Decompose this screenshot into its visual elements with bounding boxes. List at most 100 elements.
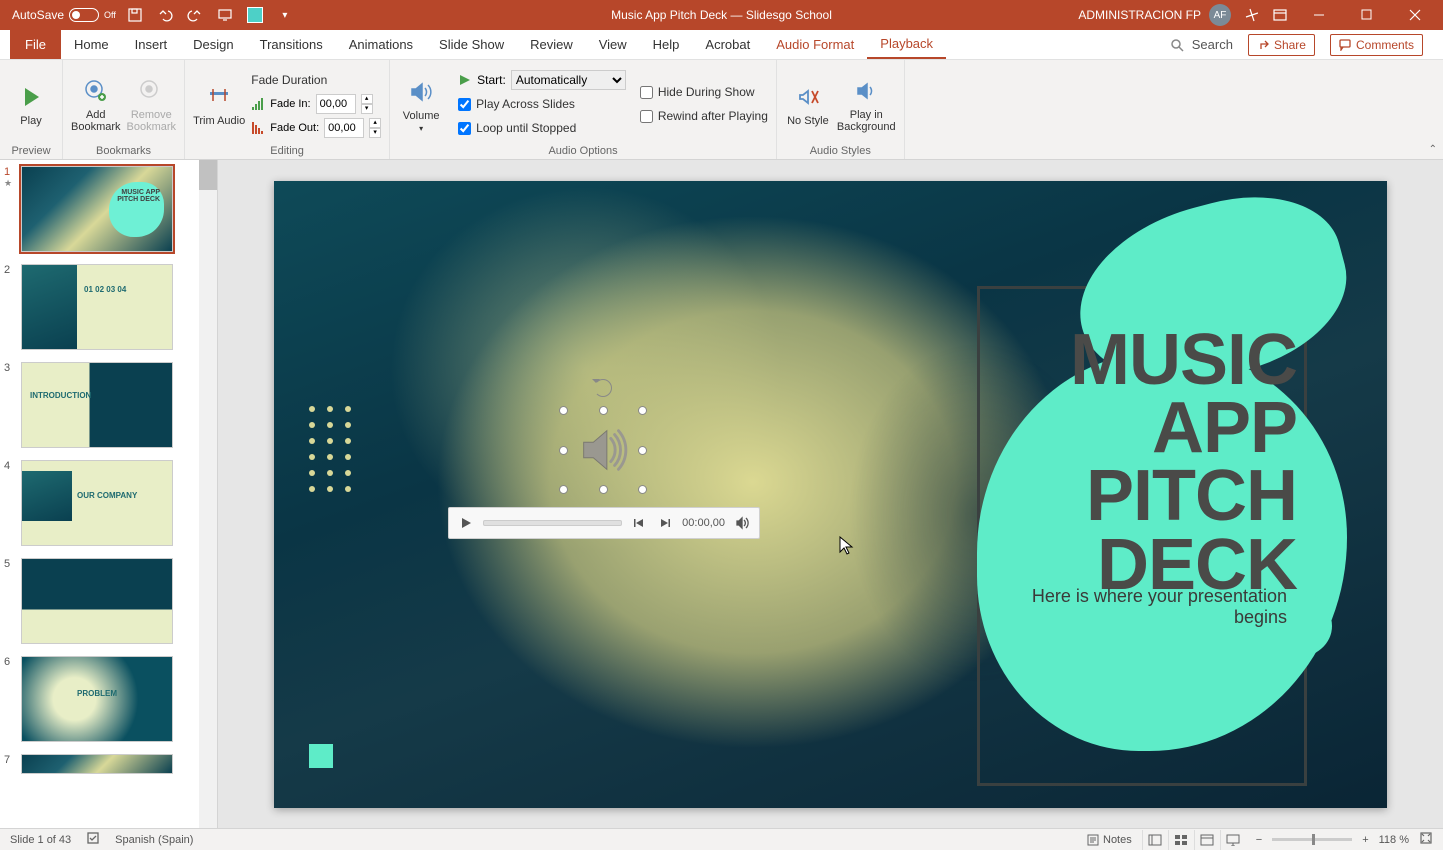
redo-icon[interactable] <box>184 4 206 26</box>
search-input[interactable]: Search <box>1170 37 1233 52</box>
media-play-button[interactable] <box>457 514 475 532</box>
tab-acrobat[interactable]: Acrobat <box>692 30 763 59</box>
notes-button[interactable]: Notes <box>1087 834 1132 846</box>
comments-button[interactable]: Comments <box>1330 34 1423 56</box>
media-skip-fwd-button[interactable] <box>656 514 674 532</box>
play-icon <box>15 81 47 113</box>
normal-view-button[interactable] <box>1142 830 1168 850</box>
tab-design[interactable]: Design <box>180 30 246 59</box>
tab-view[interactable]: View <box>586 30 640 59</box>
title-bar: AutoSave Off ▾ Music App Pitch Deck — Sl… <box>0 0 1443 30</box>
thumbnail-5[interactable]: 5 <box>0 552 217 650</box>
resize-handle[interactable] <box>638 406 647 415</box>
no-style-label: No Style <box>787 115 829 127</box>
preview-group-label: Preview <box>8 143 54 157</box>
color-swatch-icon[interactable] <box>244 4 266 26</box>
tab-file[interactable]: File <box>10 30 61 59</box>
slide-title[interactable]: MUSIC APP PITCH DECK <box>977 326 1297 600</box>
start-select[interactable]: Automatically <box>511 70 626 90</box>
thumbnail-7[interactable]: 7 <box>0 748 217 780</box>
thumbnail-2[interactable]: 2 01 02 03 04 <box>0 258 217 356</box>
close-button[interactable] <box>1395 0 1435 30</box>
tab-animations[interactable]: Animations <box>336 30 426 59</box>
maximize-button[interactable] <box>1347 0 1387 30</box>
tab-audio-format[interactable]: Audio Format <box>763 30 867 59</box>
zoom-in-button[interactable]: + <box>1362 834 1368 846</box>
resize-handle[interactable] <box>559 485 568 494</box>
slide-thumbnails-panel[interactable]: 1★ MUSIC APP PITCH DECK 2 01 02 03 04 3 … <box>0 160 218 828</box>
from-beginning-icon[interactable] <box>214 4 236 26</box>
customize-qat-icon[interactable]: ▾ <box>274 4 296 26</box>
tab-home[interactable]: Home <box>61 30 122 59</box>
thumbnail-1[interactable]: 1★ MUSIC APP PITCH DECK <box>0 160 217 258</box>
play-button[interactable]: Play <box>8 81 54 127</box>
hide-during-show-checkbox[interactable]: Hide During Show <box>640 82 768 102</box>
add-bookmark-button[interactable]: Add Bookmark <box>71 75 121 133</box>
save-icon[interactable] <box>124 4 146 26</box>
zoom-out-button[interactable]: − <box>1256 834 1262 846</box>
no-style-button[interactable]: No Style <box>785 81 831 127</box>
loop-checkbox[interactable]: Loop until Stopped <box>458 118 626 138</box>
editing-group-label: Editing <box>193 143 381 157</box>
fade-in-input[interactable] <box>316 94 356 114</box>
audio-object[interactable] <box>564 411 642 489</box>
fade-in-spinner[interactable]: ▴▾ <box>361 94 373 114</box>
media-volume-button[interactable] <box>733 514 751 532</box>
mouse-cursor-icon <box>839 536 855 556</box>
language-status[interactable]: Spanish (Spain) <box>115 834 193 846</box>
spell-check-icon[interactable] <box>86 831 100 848</box>
thumbnail-4[interactable]: 4 OUR COMPANY <box>0 454 217 552</box>
slide-canvas-area[interactable]: MUSIC APP PITCH DECK Here is where your … <box>218 160 1443 828</box>
reading-view-button[interactable] <box>1194 830 1220 850</box>
tab-review[interactable]: Review <box>517 30 586 59</box>
resize-handle[interactable] <box>599 406 608 415</box>
zoom-slider[interactable] <box>1272 838 1352 841</box>
share-button[interactable]: Share <box>1248 34 1315 56</box>
slide-subtitle[interactable]: Here is where your presentation begins <box>987 586 1287 628</box>
play-in-background-button[interactable]: Play in Background <box>837 75 896 133</box>
volume-icon <box>405 76 437 108</box>
scrollbar-thumb[interactable] <box>199 160 217 190</box>
workspace: 1★ MUSIC APP PITCH DECK 2 01 02 03 04 3 … <box>0 160 1443 828</box>
fade-out-input[interactable] <box>324 118 364 138</box>
ribbon-display-icon[interactable] <box>1269 4 1291 26</box>
resize-handle[interactable] <box>599 485 608 494</box>
tab-transitions[interactable]: Transitions <box>247 30 336 59</box>
resize-handle[interactable] <box>638 446 647 455</box>
comments-label: Comments <box>1356 38 1414 52</box>
panel-scrollbar[interactable] <box>199 160 217 828</box>
slideshow-view-button[interactable] <box>1220 830 1246 850</box>
ribbon-body: Play Preview Add Bookmark Remove Bookmar… <box>0 60 1443 160</box>
zoom-level[interactable]: 118 % <box>1379 834 1409 846</box>
thumbnail-6[interactable]: 6 PROBLEM <box>0 650 217 748</box>
sorter-view-button[interactable] <box>1168 830 1194 850</box>
coming-soon-icon[interactable] <box>1239 4 1261 26</box>
resize-handle[interactable] <box>559 446 568 455</box>
fade-out-spinner[interactable]: ▴▾ <box>369 118 381 138</box>
fit-to-window-button[interactable] <box>1419 831 1433 848</box>
collapse-ribbon-icon[interactable]: ⌃ <box>1429 144 1437 155</box>
resize-handle[interactable] <box>559 406 568 415</box>
tab-help[interactable]: Help <box>640 30 693 59</box>
user-avatar[interactable]: AF <box>1209 4 1231 26</box>
volume-button[interactable]: Volume ▾ <box>398 76 444 133</box>
add-bookmark-label: Add Bookmark <box>71 109 121 133</box>
tab-slide-show[interactable]: Slide Show <box>426 30 517 59</box>
media-skip-back-button[interactable] <box>630 514 648 532</box>
media-seek-track[interactable] <box>483 520 622 526</box>
autosave-toggle[interactable]: AutoSave Off <box>12 8 116 22</box>
tab-playback[interactable]: Playback <box>867 30 946 59</box>
play-across-checkbox[interactable]: Play Across Slides <box>458 94 626 114</box>
trim-audio-button[interactable]: Trim Audio <box>193 81 245 127</box>
decorative-dots <box>309 406 353 492</box>
rotation-handle[interactable] <box>594 379 612 397</box>
remove-bookmark-label: Remove Bookmark <box>127 109 177 133</box>
undo-icon[interactable] <box>154 4 176 26</box>
thumbnail-3[interactable]: 3 INTRODUCTION <box>0 356 217 454</box>
tab-insert[interactable]: Insert <box>122 30 181 59</box>
minimize-button[interactable] <box>1299 0 1339 30</box>
rewind-checkbox[interactable]: Rewind after Playing <box>640 106 768 126</box>
slide-canvas[interactable]: MUSIC APP PITCH DECK Here is where your … <box>274 181 1387 808</box>
resize-handle[interactable] <box>638 485 647 494</box>
slide-position[interactable]: Slide 1 of 43 <box>10 834 71 846</box>
